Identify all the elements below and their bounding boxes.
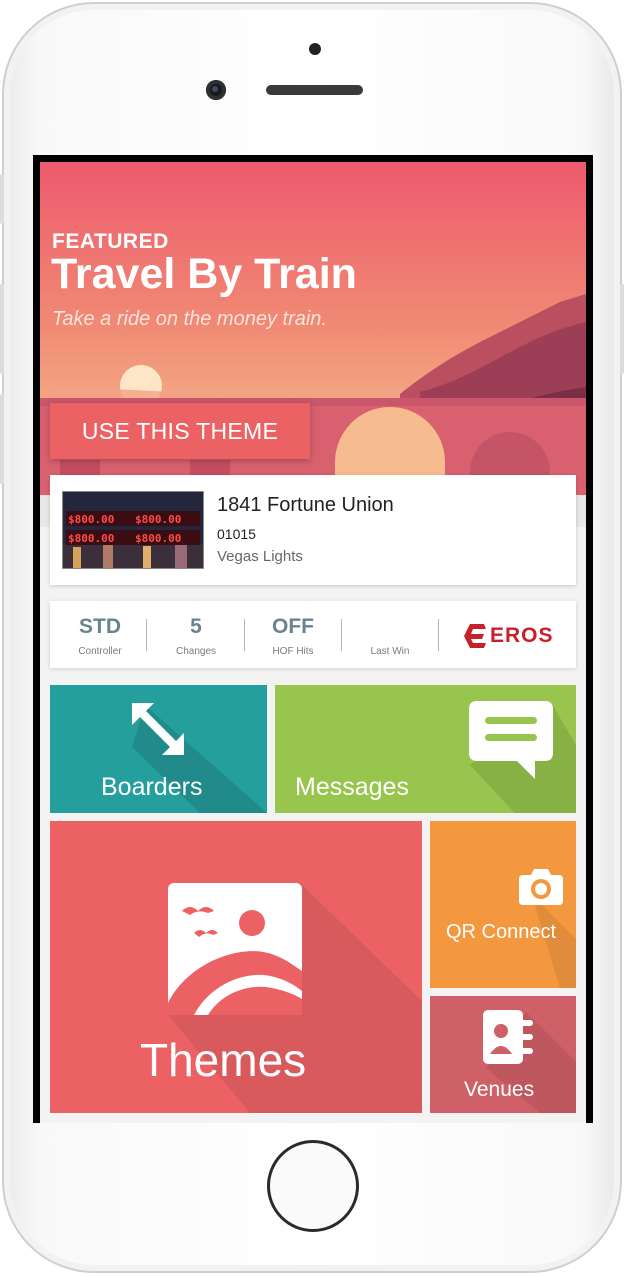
eros-e-logo-icon: [464, 624, 486, 648]
thumb-value-2: $800.00: [135, 513, 181, 526]
use-this-theme-button[interactable]: USE THIS THEME: [50, 403, 310, 459]
stat-changes: 5 Changes: [150, 601, 242, 668]
vegas-lights-thumbnail-icon: $800.00 $800.00 $800.00 $800.00: [63, 492, 203, 568]
thumb-value-3: $800.00: [68, 532, 114, 545]
machine-stats-bar: STD Controller 5 Changes OFF HOF Hits La…: [50, 601, 576, 668]
qr-connect-tile[interactable]: QR Connect: [430, 821, 576, 988]
machine-card[interactable]: $800.00 $800.00 $800.00 $800.00 1841 For…: [50, 475, 576, 585]
machine-name: 1841 Fortune Union: [217, 494, 394, 516]
themes-label: Themes: [140, 1034, 307, 1086]
stat-label: Changes: [175, 646, 217, 657]
boarders-label: Boarders: [101, 773, 203, 801]
stat-divider: [341, 619, 342, 651]
venues-label: Venues: [464, 1078, 535, 1101]
messages-tile[interactable]: Messages: [275, 685, 576, 813]
screen: FEATURED Travel By Train Take a ride on …: [33, 155, 593, 1123]
chat-bubble-icon: [469, 701, 553, 779]
qr-connect-label: QR Connect: [446, 921, 557, 943]
volume-down-button: [0, 394, 4, 484]
stat-label: Controller: [78, 646, 122, 657]
themes-tile[interactable]: Themes: [50, 821, 422, 1113]
volume-up-button: [0, 284, 4, 374]
front-camera: [206, 80, 226, 100]
proximity-sensor: [309, 43, 321, 55]
brand-name: EROS: [490, 624, 554, 647]
image-landscape-icon: [168, 883, 302, 1015]
stat-value: OFF: [272, 615, 314, 638]
messages-label: Messages: [295, 773, 409, 801]
eros-brand-logo: EROS: [462, 619, 562, 653]
machine-theme: Vegas Lights: [217, 548, 303, 565]
stat-value: 5: [190, 615, 202, 638]
featured-subtitle: Take a ride on the money train.: [52, 308, 327, 330]
venues-tile[interactable]: Venues: [430, 996, 576, 1113]
featured-title: Travel By Train: [51, 250, 357, 298]
machine-number: 01015: [217, 526, 256, 542]
thumb-value-4: $800.00: [135, 532, 181, 545]
earpiece-speaker: [266, 85, 363, 95]
stat-value: STD: [79, 615, 121, 638]
home-button[interactable]: [267, 1140, 359, 1232]
stat-hof-hits: OFF HOF Hits: [247, 601, 339, 668]
featured-banner: FEATURED Travel By Train Take a ride on …: [40, 162, 586, 527]
stat-divider: [438, 619, 439, 651]
stat-divider: [244, 619, 245, 651]
stat-controller: STD Controller: [54, 601, 146, 668]
stat-divider: [146, 619, 147, 651]
app-display: FEATURED Travel By Train Take a ride on …: [40, 162, 586, 1123]
stat-last-win: Last Win: [344, 601, 436, 668]
stat-label: HOF Hits: [272, 646, 314, 657]
boarders-tile[interactable]: Boarders: [50, 685, 267, 813]
mute-switch: [0, 174, 4, 224]
camera-icon: [519, 869, 563, 905]
expand-arrows-icon: [132, 703, 184, 755]
machine-thumbnail: $800.00 $800.00 $800.00 $800.00: [62, 491, 204, 569]
train-landscape-illustration: [40, 162, 586, 527]
contacts-icon: [483, 1010, 533, 1064]
thumb-value-1: $800.00: [68, 513, 114, 526]
power-button: [620, 284, 624, 374]
stat-label: Last Win: [370, 646, 410, 657]
